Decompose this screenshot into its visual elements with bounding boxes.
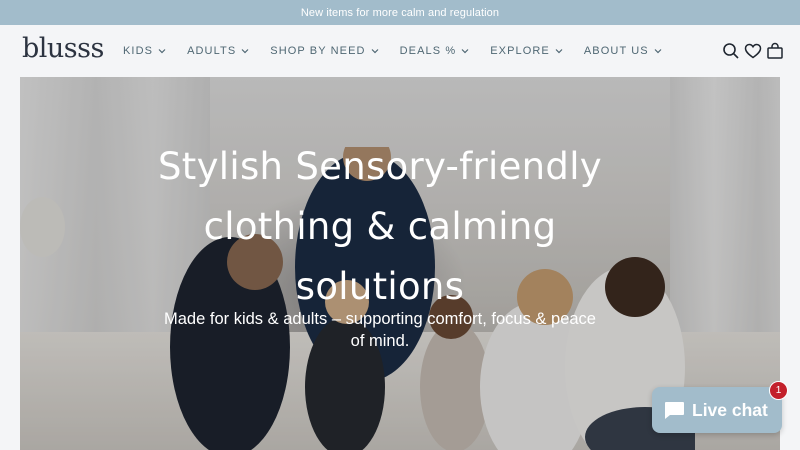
heart-icon <box>744 43 762 59</box>
nav-item-deals[interactable]: DEALS % <box>400 45 471 57</box>
search-icon <box>723 43 739 59</box>
logo[interactable]: blusss <box>22 33 104 64</box>
chat-bubble-icon <box>665 402 684 419</box>
chevron-down-icon <box>158 49 166 54</box>
hero-title-line: Stylish Sensory-friendly <box>158 145 602 188</box>
live-chat-label: Live chat <box>692 399 768 420</box>
cart-button[interactable] <box>764 40 786 62</box>
main-nav: KIDS ADULTS SHOP BY NEED DEALS % EXPLORE… <box>123 25 683 77</box>
chevron-down-icon <box>371 49 379 54</box>
nav-item-shop-by-need[interactable]: SHOP BY NEED <box>270 45 379 57</box>
hero-title-line: clothing & calming <box>203 205 557 248</box>
live-chat-button[interactable]: Live chat <box>652 387 782 433</box>
nav-item-label: ABOUT US <box>583 45 649 57</box>
chevron-down-icon <box>654 49 662 54</box>
nav-item-adults[interactable]: ADULTS <box>187 45 250 57</box>
site-header: blusss KIDS ADULTS SHOP BY NEED DEALS % … <box>0 25 800 77</box>
hero-title: Stylish Sensory-friendly clothing & calm… <box>140 137 620 317</box>
chat-notification-badge: 1 <box>769 381 788 400</box>
hero-subtitle-line: Made for kids & adults – supporting comf… <box>164 310 596 328</box>
hero-subtitle-line: of mind. <box>350 332 410 350</box>
hero-subtitle: Made for kids & adults – supporting comf… <box>140 308 620 352</box>
chevron-down-icon <box>461 49 469 54</box>
announcement-text: New items for more calm and regulation <box>300 6 500 19</box>
header-icons <box>720 40 786 62</box>
bag-icon <box>767 42 783 59</box>
nav-item-label: KIDS <box>123 45 154 57</box>
wishlist-button[interactable] <box>742 40 764 62</box>
announcement-bar: New items for more calm and regulation <box>0 0 800 25</box>
chevron-down-icon <box>241 49 249 54</box>
nav-item-kids[interactable]: KIDS <box>123 45 167 57</box>
nav-item-label: SHOP BY NEED <box>270 45 366 57</box>
nav-item-label: EXPLORE <box>490 45 550 57</box>
chevron-down-icon <box>555 49 563 54</box>
nav-item-label: ADULTS <box>187 45 237 57</box>
nav-item-about-us[interactable]: ABOUT US <box>584 45 663 57</box>
nav-item-label: DEALS % <box>399 45 457 57</box>
nav-item-explore[interactable]: EXPLORE <box>490 45 564 57</box>
search-button[interactable] <box>720 40 742 62</box>
